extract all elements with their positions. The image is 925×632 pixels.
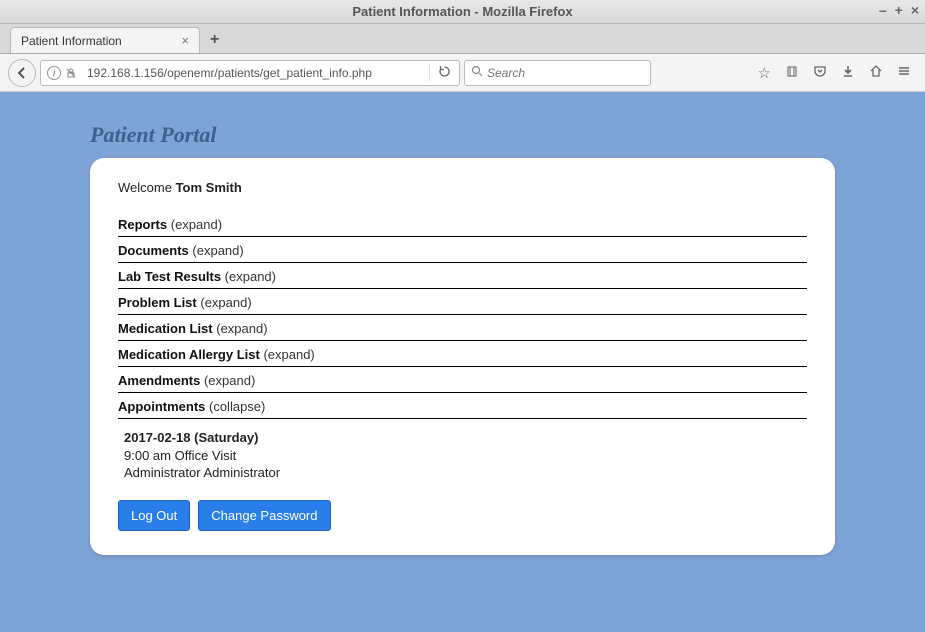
welcome-line: Welcome Tom Smith <box>118 180 807 195</box>
home-icon[interactable] <box>869 64 883 82</box>
section-row[interactable]: Amendments (expand) <box>118 367 807 393</box>
maximize-icon[interactable]: + <box>895 2 903 18</box>
tab-close-icon[interactable]: × <box>181 33 189 48</box>
change-password-button[interactable]: Change Password <box>198 500 330 531</box>
close-window-icon[interactable]: × <box>911 2 919 18</box>
menu-icon[interactable] <box>897 64 911 82</box>
welcome-prefix: Welcome <box>118 180 176 195</box>
search-icon <box>471 65 483 80</box>
appointment-time-type: 9:00 am Office Visit <box>124 447 807 465</box>
section-row[interactable]: Reports (expand) <box>118 211 807 237</box>
section-hint: (expand) <box>213 321 268 336</box>
section-title: Appointments <box>118 399 205 414</box>
welcome-name: Tom Smith <box>176 180 242 195</box>
section-title: Problem List <box>118 295 197 310</box>
window-titlebar: Patient Information - Mozilla Firefox – … <box>0 0 925 24</box>
portal-title: Patient Portal <box>0 92 925 158</box>
tab-label: Patient Information <box>21 34 122 48</box>
lock-strike-icon <box>65 67 77 79</box>
portal-card: Welcome Tom Smith Reports (expand)Docume… <box>90 158 835 555</box>
section-hint: (collapse) <box>205 399 265 414</box>
appointment-block: 2017-02-18 (Saturday) 9:00 am Office Vis… <box>118 419 807 496</box>
minimize-icon[interactable]: – <box>879 2 887 18</box>
section-title: Amendments <box>118 373 200 388</box>
section-row[interactable]: Appointments (collapse) <box>118 393 807 419</box>
section-title: Reports <box>118 217 167 232</box>
section-row[interactable]: Documents (expand) <box>118 237 807 263</box>
new-tab-button[interactable]: + <box>202 27 227 53</box>
reload-button[interactable] <box>429 65 459 81</box>
section-hint: (expand) <box>197 295 252 310</box>
appointment-provider: Administrator Administrator <box>124 464 807 482</box>
section-title: Medication Allergy List <box>118 347 260 362</box>
tab-strip: Patient Information × + <box>0 24 925 54</box>
library-icon[interactable] <box>785 64 799 82</box>
search-bar[interactable] <box>464 60 651 86</box>
appointment-date: 2017-02-18 (Saturday) <box>124 429 807 447</box>
nav-toolbar: i ☆ <box>0 54 925 92</box>
section-row[interactable]: Medication List (expand) <box>118 315 807 341</box>
pocket-icon[interactable] <box>813 64 827 82</box>
section-title: Medication List <box>118 321 213 336</box>
window-title: Patient Information - Mozilla Firefox <box>352 4 572 19</box>
bookmark-star-icon[interactable]: ☆ <box>758 64 771 82</box>
browser-tab[interactable]: Patient Information × <box>10 27 200 53</box>
section-hint: (expand) <box>167 217 222 232</box>
section-hint: (expand) <box>221 269 276 284</box>
section-hint: (expand) <box>200 373 255 388</box>
url-bar[interactable]: i <box>40 60 460 86</box>
search-input[interactable] <box>487 66 644 80</box>
logout-button[interactable]: Log Out <box>118 500 190 531</box>
section-row[interactable]: Lab Test Results (expand) <box>118 263 807 289</box>
section-title: Documents <box>118 243 189 258</box>
section-row[interactable]: Problem List (expand) <box>118 289 807 315</box>
downloads-icon[interactable] <box>841 64 855 82</box>
url-input[interactable] <box>83 66 429 80</box>
back-button[interactable] <box>8 59 36 87</box>
reload-icon <box>438 65 451 78</box>
button-row: Log Out Change Password <box>118 500 807 531</box>
section-title: Lab Test Results <box>118 269 221 284</box>
window-controls: – + × <box>879 2 919 18</box>
toolbar-icons: ☆ <box>758 64 917 82</box>
info-icon: i <box>47 66 61 80</box>
site-identity[interactable]: i <box>41 66 83 80</box>
section-hint: (expand) <box>260 347 315 362</box>
section-row[interactable]: Medication Allergy List (expand) <box>118 341 807 367</box>
page-content: Patient Portal Welcome Tom Smith Reports… <box>0 92 925 632</box>
section-hint: (expand) <box>189 243 244 258</box>
back-arrow-icon <box>15 66 29 80</box>
